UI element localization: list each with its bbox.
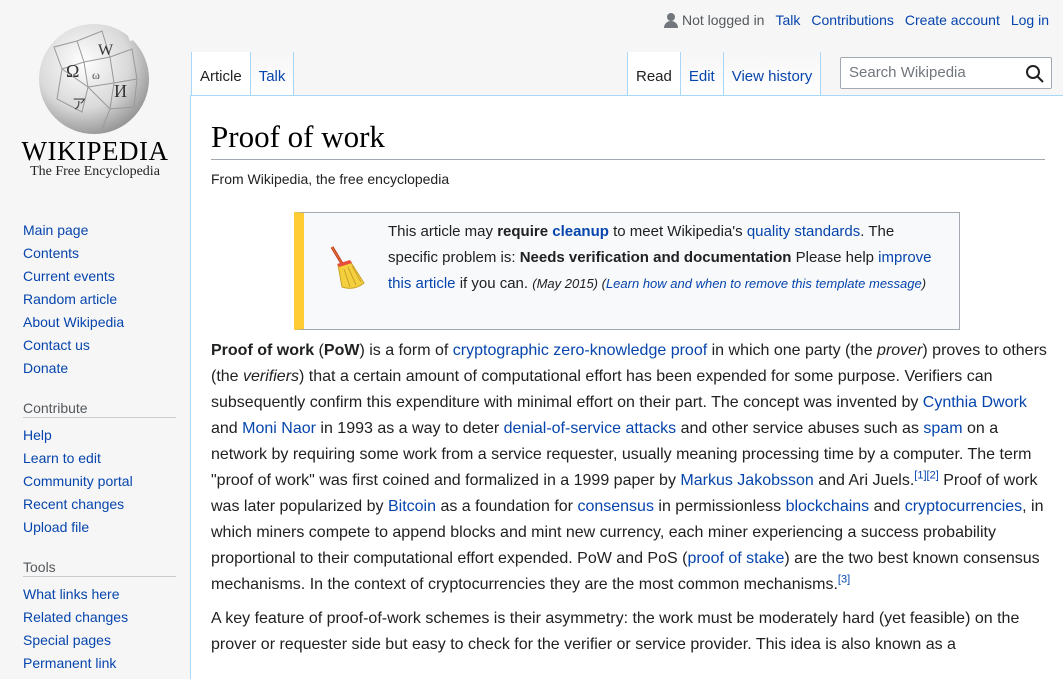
notice-text: This article may [388, 223, 498, 240]
notice-text: ( [598, 276, 606, 291]
citation-3[interactable]: [3] [838, 574, 850, 586]
notice-text: ) [921, 276, 927, 291]
svg-text:ω: ω [92, 68, 100, 82]
link-denial-of-service-attacks[interactable]: denial-of-service attacks [504, 420, 677, 437]
cleanup-link[interactable]: cleanup [552, 223, 609, 240]
wikipedia-tagline: The Free Encyclopedia [30, 164, 160, 179]
sidebar: Main page Contents Current events Random… [0, 200, 190, 675]
notice-date: (May 2015) [532, 276, 598, 291]
personal-tools: Not logged in Talk Contributions Create … [663, 12, 1049, 28]
text: in permissionless [653, 498, 786, 515]
create-account-link[interactable]: Create account [905, 12, 1000, 28]
text: ) that a certain amount of computational… [211, 368, 993, 411]
log-in-link[interactable]: Log in [1011, 12, 1049, 28]
user-talk-link[interactable]: Talk [775, 12, 800, 28]
sidebar-item-related-changes[interactable]: Related changes [23, 609, 128, 625]
sidebar-item-permanent-link[interactable]: Permanent link [23, 655, 116, 671]
sidebar-item-contact-us[interactable]: Contact us [23, 337, 90, 353]
sidebar-item-about-wikipedia[interactable]: About Wikipedia [23, 314, 124, 330]
page-title: Proof of work [211, 118, 1045, 160]
citation-2[interactable]: [2] [927, 470, 939, 482]
bold-term: Proof of work [211, 342, 315, 359]
link-cryptocurrencies[interactable]: cryptocurrencies [905, 498, 1022, 515]
citation-1[interactable]: [1] [914, 470, 926, 482]
tab-read[interactable]: Read [627, 52, 680, 95]
link-bitcoin[interactable]: Bitcoin [388, 498, 436, 515]
tools-portlet: Tools What links here Related changes Sp… [0, 557, 190, 675]
svg-text:W: W [98, 42, 114, 59]
namespace-tabs: Article Talk [191, 52, 295, 95]
tab-edit[interactable]: Edit [679, 52, 723, 95]
search-icon[interactable] [1025, 64, 1045, 84]
link-moni-naor[interactable]: Moni Naor [242, 420, 316, 437]
sidebar-item-what-links-here[interactable]: What links here [23, 586, 119, 602]
contributions-link[interactable]: Contributions [811, 12, 894, 28]
sidebar-item-donate[interactable]: Donate [23, 360, 68, 376]
text: in 1993 as a way to deter [315, 420, 504, 437]
sidebar-item-learn-to-edit[interactable]: Learn to edit [23, 450, 101, 466]
text: and [211, 420, 243, 437]
sidebar-item-current-events[interactable]: Current events [23, 268, 115, 284]
link-markus-jakobsson[interactable]: Markus Jakobsson [680, 472, 813, 489]
cleanup-notice: This article may require cleanup to meet… [294, 212, 960, 330]
link-blockchains[interactable]: blockchains [786, 498, 870, 515]
sidebar-item-contents[interactable]: Contents [23, 245, 79, 261]
broom-icon [330, 246, 365, 289]
user-icon [663, 12, 678, 28]
sidebar-item-main-page[interactable]: Main page [23, 222, 88, 238]
not-logged-in-label: Not logged in [681, 12, 765, 28]
quality-standards-link[interactable]: quality standards [747, 223, 860, 240]
sidebar-item-help[interactable]: Help [23, 427, 52, 443]
contribute-heading: Contribute [23, 398, 176, 418]
tab-talk[interactable]: Talk [249, 52, 295, 95]
link-proof-of-stake[interactable]: proof of stake [687, 550, 784, 567]
link-cryptographic[interactable]: cryptographic [453, 342, 549, 359]
notice-text: to meet Wikipedia's [608, 223, 747, 240]
contribute-portlet: Contribute Help Learn to edit Community … [0, 398, 190, 539]
tab-view-history[interactable]: View history [722, 52, 822, 95]
sidebar-item-special-pages[interactable]: Special pages [23, 632, 111, 648]
sidebar-item-recent-changes[interactable]: Recent changes [23, 496, 124, 512]
notice-problem: Needs verification and documentation [519, 249, 792, 266]
link-consensus[interactable]: consensus [577, 498, 654, 515]
search-box [840, 57, 1052, 89]
sidebar-item-community-portal[interactable]: Community portal [23, 473, 133, 489]
link-spam[interactable]: spam [923, 420, 962, 437]
text: in which one party (the [707, 342, 878, 359]
text: and [869, 498, 905, 515]
view-tabs: Read Edit View history [627, 52, 822, 95]
notice-text: Please help [791, 249, 879, 266]
cleanup-notice-text: This article may require cleanup to meet… [388, 219, 948, 297]
text: ( [314, 342, 324, 359]
svg-text:Ω: Ω [66, 61, 79, 81]
text: as a foundation for [436, 498, 578, 515]
main-content: Proof of work From Wikipedia, the free e… [190, 95, 1063, 679]
italic-term: verifiers [243, 368, 300, 385]
link-zero-knowledge-proof[interactable]: zero-knowledge proof [553, 342, 707, 359]
sidebar-item-upload-file[interactable]: Upload file [23, 519, 89, 535]
text: and other service abuses such as [676, 420, 924, 437]
wikipedia-globe-icon: Ω W И ア ω [39, 21, 149, 134]
paragraph-2: A key feature of proof-of-work schemes i… [211, 610, 1020, 653]
text: ) is a form of [359, 342, 453, 359]
tools-heading: Tools [23, 557, 176, 577]
wikipedia-logo[interactable]: Ω W И ア ω WIKIPEDIA The Free Encyclopedi… [0, 0, 190, 200]
article-body: Proof of work (PoW) is a form of cryptog… [211, 338, 1047, 666]
link-cynthia-dwork[interactable]: Cynthia Dwork [923, 394, 1027, 411]
tab-article[interactable]: Article [191, 52, 250, 95]
svg-text:И: И [114, 81, 127, 101]
sidebar-item-random-article[interactable]: Random article [23, 291, 117, 307]
learn-remove-template-link[interactable]: Learn how and when to remove this templa… [606, 276, 922, 291]
text: and Ari Juels. [813, 472, 915, 489]
wikipedia-wordmark: WIKIPEDIA [21, 136, 169, 166]
notice-require: require [497, 223, 549, 240]
search-input[interactable] [849, 64, 1019, 81]
bold-term: PoW [323, 342, 360, 359]
svg-text:ア: ア [72, 98, 86, 113]
paragraph-1: Proof of work (PoW) is a form of cryptog… [211, 338, 1047, 598]
site-subtitle: From Wikipedia, the free encyclopedia [211, 171, 450, 187]
navigation-portlet: Main page Contents Current events Random… [0, 200, 190, 380]
italic-term: prover [877, 342, 923, 359]
notice-text: if you can. [455, 275, 533, 292]
